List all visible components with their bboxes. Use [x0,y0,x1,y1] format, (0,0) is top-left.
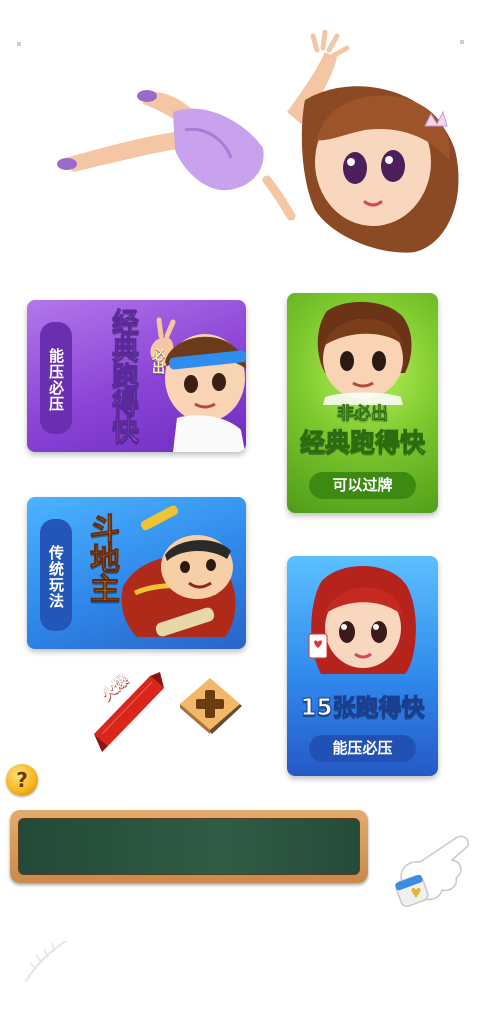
mode-card-classic-must[interactable]: 能压必压 经典跑得快 必出 [27,300,246,452]
help-icon[interactable]: ? [6,764,38,796]
mode-card-fifteen[interactable]: 15张跑得快 能压必压 [287,556,438,776]
mode-subtitle: 非必出 [337,404,389,425]
plus-icon[interactable] [176,676,246,738]
mode-tag-label: 能压必压 [40,322,72,434]
mode-badge: 必出 [149,348,164,374]
game-lobby: 能压必压 经典跑得快 必出 非必出 经典跑得快 可以过牌 传统玩法 斗地主 15… [0,0,489,1015]
mode-title: 斗地主 [84,513,120,604]
mode-card-classic-not-must[interactable]: 非必出 经典跑得快 可以过牌 [287,293,438,513]
mode-title: 15张跑得快 [300,695,425,722]
pointing-hand-icon [395,835,470,908]
chalkboard-frame [10,810,368,883]
mode-tag-label: 可以过牌 [309,472,416,499]
mode-card-landlord[interactable]: 传统玩法 斗地主 [27,497,246,649]
room-code-input[interactable] [18,818,360,875]
feather-icon [25,940,67,982]
girl-character-icon [57,30,459,253]
mode-title: 经典跑得快 [299,428,425,458]
mode-tag-label: 传统玩法 [40,519,72,631]
decor-dot [17,42,21,46]
mode-title: 经典跑得快 [107,308,139,444]
mode-tag-label: 能压必压 [309,735,416,762]
